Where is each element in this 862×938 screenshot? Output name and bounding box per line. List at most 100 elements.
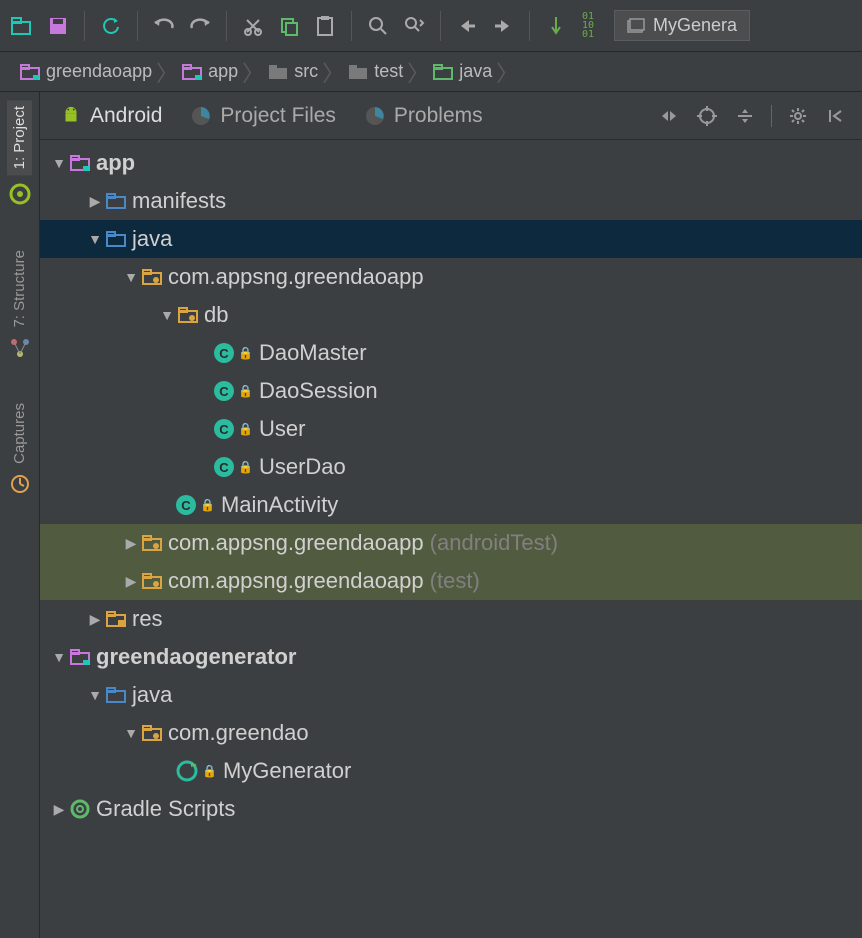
chevron-right-icon: 〉 <box>322 56 344 88</box>
crumb-greendaoapp[interactable]: greendaoapp <box>14 61 158 82</box>
tree-node-com-greendao[interactable]: ▼ com.greendao <box>40 714 862 752</box>
tree-node-db[interactable]: ▼ db <box>40 296 862 334</box>
lock-icon: 🔒 <box>238 346 253 360</box>
open-icon[interactable] <box>6 10 38 42</box>
project-panel: Android Project Files Problems <box>40 92 862 938</box>
tree-suffix: (test) <box>430 568 480 594</box>
view-tab-android[interactable]: Android <box>46 98 176 134</box>
chevron-right-icon: 〉 <box>242 56 264 88</box>
tree-node-java2[interactable]: ▼ java <box>40 676 862 714</box>
breadcrumb: greendaoapp 〉 app 〉 src 〉 test 〉 java 〉 <box>0 52 862 92</box>
copy-icon[interactable] <box>273 10 305 42</box>
tree-node-pkg-test[interactable]: ▶ com.appsng.greendaoapp (test) <box>40 562 862 600</box>
binary-icon[interactable]: 011001 <box>576 10 600 42</box>
chevron-right-icon[interactable]: ▶ <box>48 801 70 818</box>
gear-icon[interactable] <box>786 104 810 128</box>
tree-node-daomaster[interactable]: C 🔒 DaoMaster <box>40 334 862 372</box>
tree-node-pkg-main[interactable]: ▼ com.appsng.greendaoapp <box>40 258 862 296</box>
tab-label: Problems <box>394 104 483 128</box>
tree-node-daosession[interactable]: C 🔒 DaoSession <box>40 372 862 410</box>
view-tab-project-files[interactable]: Project Files <box>176 98 350 134</box>
chevron-right-icon[interactable]: ▶ <box>84 611 106 628</box>
tree-node-res[interactable]: ▶ res <box>40 600 862 638</box>
tree-label: MainActivity <box>221 492 338 518</box>
chevron-right-icon: 〉 <box>156 56 178 88</box>
tool-label: Captures <box>11 403 28 464</box>
expand-collapse-icon[interactable] <box>657 104 681 128</box>
tree-node-greendaogenerator[interactable]: ▼ greendaogenerator <box>40 638 862 676</box>
target-icon[interactable] <box>695 104 719 128</box>
tree-label: MyGenerator <box>223 758 351 784</box>
undo-icon[interactable] <box>148 10 180 42</box>
chevron-down-icon[interactable]: ▼ <box>84 687 106 703</box>
open-file-tab[interactable]: MyGenera <box>614 10 750 41</box>
tree-node-java[interactable]: ▼ java <box>40 220 862 258</box>
search-icon[interactable] <box>362 10 394 42</box>
chevron-down-icon[interactable]: ▼ <box>48 649 70 665</box>
class-icon: C <box>214 419 234 439</box>
chevron-down-icon[interactable]: ▼ <box>84 231 106 247</box>
refresh-icon[interactable] <box>95 10 127 42</box>
crumb-test[interactable]: test <box>342 61 409 82</box>
chevron-down-icon[interactable]: ▼ <box>120 269 142 285</box>
structure-icon <box>10 338 30 363</box>
project-tree[interactable]: ▼ app ▶ manifests ▼ java ▼ com.appsn <box>40 140 862 938</box>
tree-node-pkg-androidtest[interactable]: ▶ com.appsng.greendaoapp (androidTest) <box>40 524 862 562</box>
tool-window-structure[interactable]: 7: Structure <box>7 244 32 334</box>
lock-icon: 🔒 <box>238 422 253 436</box>
tree-label: res <box>132 606 163 632</box>
tool-label: 1: Project <box>11 106 28 169</box>
crumb-src[interactable]: src <box>262 61 324 82</box>
cut-icon[interactable] <box>237 10 269 42</box>
lock-icon: 🔒 <box>202 764 217 778</box>
save-icon[interactable] <box>42 10 74 42</box>
tree-node-user[interactable]: C 🔒 User <box>40 410 862 448</box>
tool-window-captures[interactable]: Captures <box>7 397 32 470</box>
tool-label: 7: Structure <box>11 250 28 328</box>
sync-down-icon[interactable] <box>540 10 572 42</box>
redo-icon[interactable] <box>184 10 216 42</box>
class-icon: C <box>214 381 234 401</box>
paste-icon[interactable] <box>309 10 341 42</box>
forward-icon[interactable] <box>487 10 519 42</box>
tree-node-mygenerator[interactable]: 🔒 MyGenerator <box>40 752 862 790</box>
tree-node-gradle-scripts[interactable]: ▶ Gradle Scripts <box>40 790 862 828</box>
tree-label: db <box>204 302 228 328</box>
tree-label: Gradle Scripts <box>96 796 235 822</box>
chevron-down-icon[interactable]: ▼ <box>48 155 70 171</box>
view-tab-problems[interactable]: Problems <box>350 98 497 134</box>
tree-node-mainactivity[interactable]: C 🔒 MainActivity <box>40 486 862 524</box>
lock-icon: 🔒 <box>200 498 215 512</box>
view-tabs: Android Project Files Problems <box>40 92 862 140</box>
lock-icon: 🔒 <box>238 384 253 398</box>
tool-window-project[interactable]: 1: Project <box>7 100 32 175</box>
chevron-down-icon[interactable]: ▼ <box>156 307 178 323</box>
crumb-label: src <box>294 61 318 82</box>
chevron-down-icon[interactable]: ▼ <box>120 725 142 741</box>
chevron-right-icon: 〉 <box>496 56 518 88</box>
crumb-label: test <box>374 61 403 82</box>
chevron-right-icon[interactable]: ▶ <box>84 193 106 210</box>
tree-node-userdao[interactable]: C 🔒 UserDao <box>40 448 862 486</box>
tree-node-manifests[interactable]: ▶ manifests <box>40 182 862 220</box>
hide-icon[interactable] <box>824 104 848 128</box>
crumb-java[interactable]: java <box>427 61 498 82</box>
tree-label: DaoMaster <box>259 340 367 366</box>
tree-label: com.greendao <box>168 720 309 746</box>
tree-label: User <box>259 416 305 442</box>
replace-icon[interactable] <box>398 10 430 42</box>
crumb-label: java <box>459 61 492 82</box>
tree-label: java <box>132 682 172 708</box>
tree-label: DaoSession <box>259 378 378 404</box>
chevron-right-icon[interactable]: ▶ <box>120 535 142 552</box>
crumb-label: greendaoapp <box>46 61 152 82</box>
collapse-all-icon[interactable] <box>733 104 757 128</box>
chevron-right-icon[interactable]: ▶ <box>120 573 142 590</box>
tree-node-app[interactable]: ▼ app <box>40 144 862 182</box>
tree-label: greendaogenerator <box>96 644 297 670</box>
tab-label: Android <box>90 104 162 128</box>
chevron-right-icon: 〉 <box>407 56 429 88</box>
crumb-app[interactable]: app <box>176 61 244 82</box>
back-icon[interactable] <box>451 10 483 42</box>
tree-label: UserDao <box>259 454 346 480</box>
